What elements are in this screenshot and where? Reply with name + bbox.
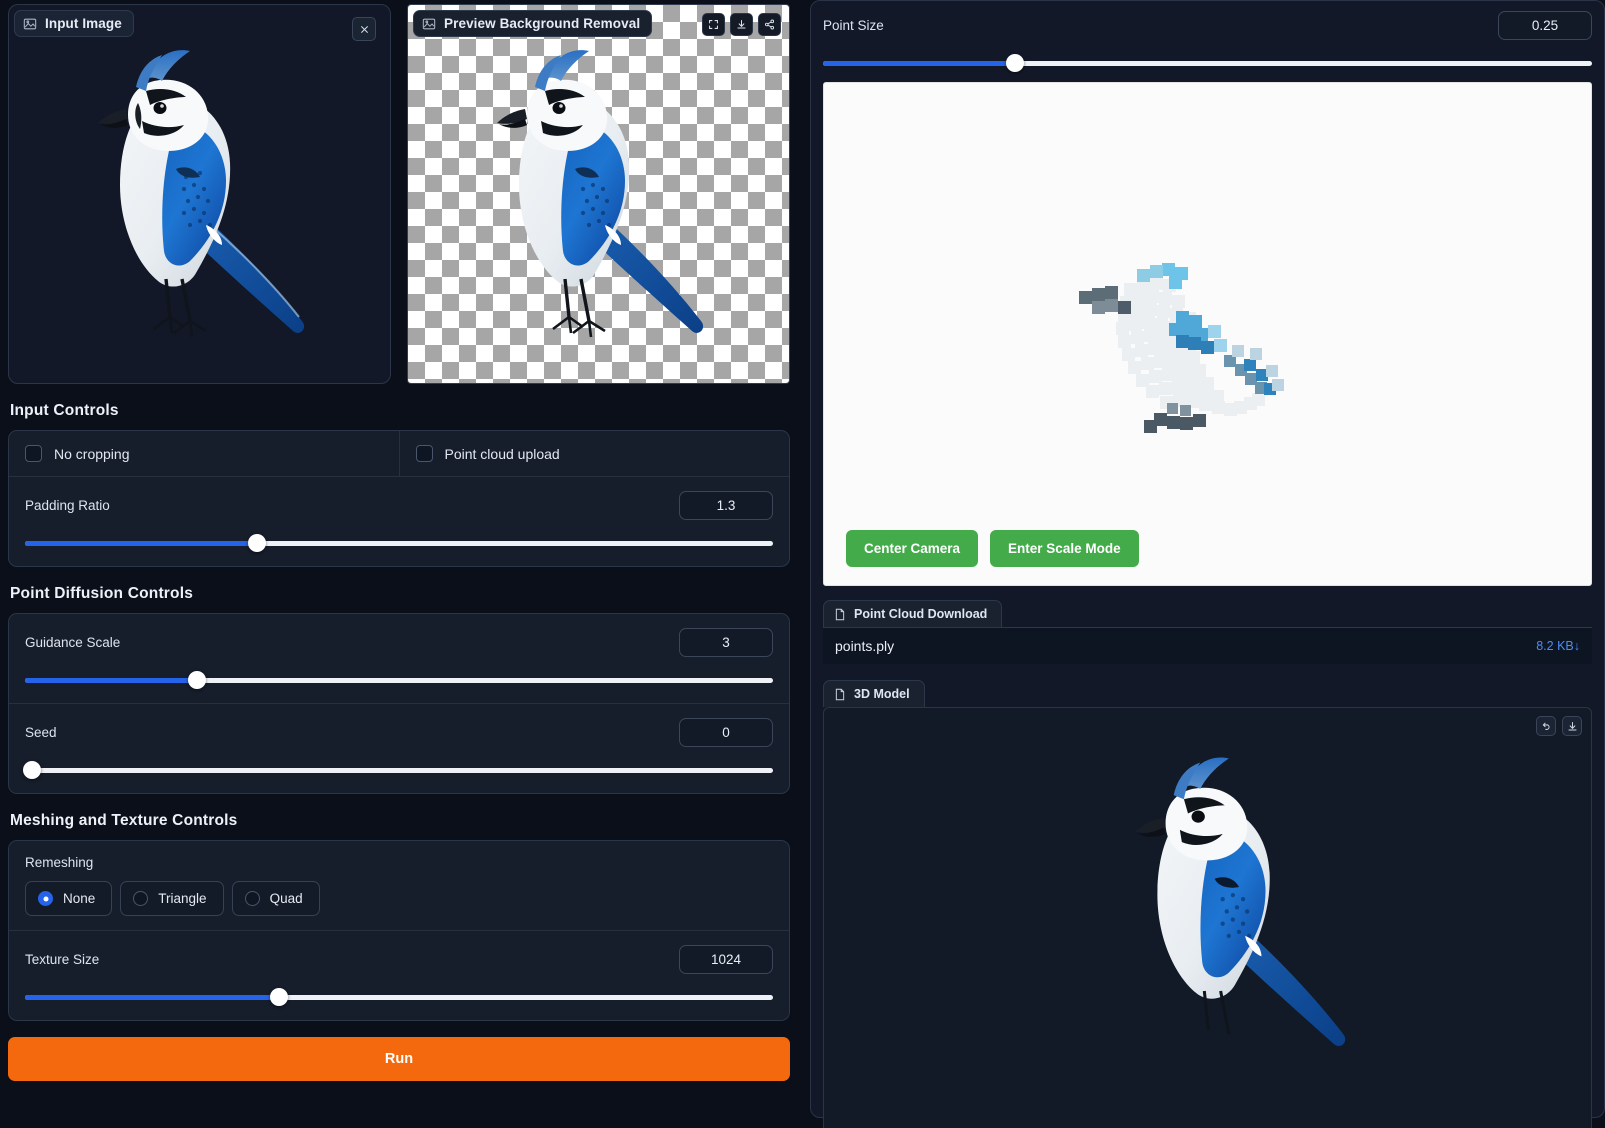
input-image-tab-label: Input Image [45,16,122,31]
preview-tab: Preview Background Removal [413,10,653,37]
fullscreen-icon[interactable] [702,13,725,36]
padding-ratio-label: Padding Ratio [25,498,110,513]
point-cloud-viewer[interactable]: Center Camera Enter Scale Mode [823,82,1592,586]
checkbox-icon[interactable] [415,445,433,462]
download-icon[interactable] [730,13,753,36]
checkbox-no-cropping[interactable]: No cropping [9,431,399,476]
app-root: Input Image Preview Background Removal I… [0,0,1605,1128]
seed-label: Seed [25,725,57,740]
meshing-controls-title: Meshing and Texture Controls [10,812,238,829]
padding-ratio-value[interactable]: 1.3 [679,491,773,520]
padding-ratio-control: Padding Ratio 1.3 [9,476,789,566]
padding-ratio-slider[interactable] [25,534,773,552]
point-cloud-download-block: Point Cloud Download points.ply 8.2 KB↓ [823,600,1592,664]
image-icon [422,17,436,31]
point-cloud-file-row[interactable]: points.ply 8.2 KB↓ [823,627,1592,664]
radio-icon[interactable] [244,891,260,906]
checkbox-point-cloud-upload-label: Point cloud upload [444,445,560,462]
model-block: 3D Model [823,680,1592,1128]
slider-track [25,768,773,773]
guidance-scale-control: Guidance Scale 3 [9,614,789,703]
model-viewer[interactable] [823,707,1592,1128]
model-toolbar [1536,716,1582,736]
radio-icon[interactable] [133,891,149,906]
undo-icon[interactable] [1536,716,1556,736]
point-size-label: Point Size [823,18,884,33]
point-size-control: Point Size 0.25 [823,11,1592,72]
file-icon [834,608,846,621]
slider-knob[interactable] [247,534,266,552]
slider-knob[interactable] [188,671,207,689]
texture-size-slider[interactable] [25,988,773,1006]
point-diffusion-card: Guidance Scale 3 Seed 0 [8,613,790,794]
point-size-slider[interactable] [823,54,1592,72]
point-diffusion-title: Point Diffusion Controls [10,585,194,602]
meshing-controls-card: Remeshing None Triangle Quad Texture Siz… [8,840,790,1021]
slider-fill [25,678,198,683]
slider-fill [25,995,280,1000]
seed-slider[interactable] [23,761,773,779]
texture-size-control: Texture Size 1024 [9,930,789,1020]
file-icon [834,688,846,701]
model-tab: 3D Model [823,680,925,707]
input-controls-card: No cropping Point cloud upload Padding R… [8,430,790,567]
left-panel: Input Image Preview Background Removal I… [0,0,800,1128]
input-controls-title: Input Controls [10,402,119,419]
radio-remeshing-none-label: None [63,891,96,906]
point-size-value[interactable]: 0.25 [1498,11,1592,40]
checkbox-icon[interactable] [25,445,42,462]
preview-background-removal-panel: Preview Background Removal [407,4,790,384]
download-arrow-icon[interactable]: ↓ [1574,639,1580,653]
point-cloud-file-size[interactable]: 8.2 KB↓ [1536,639,1580,653]
texture-size-value[interactable]: 1024 [679,945,773,974]
model-tab-label: 3D Model [854,687,910,701]
image-preview-row: Input Image Preview Background Removal [8,4,790,384]
file-size-text: 8.2 KB [1536,639,1574,653]
center-camera-button[interactable]: Center Camera [846,530,979,567]
close-icon[interactable] [352,17,376,41]
texture-size-label: Texture Size [25,952,100,967]
radio-remeshing-quad[interactable]: Quad [231,881,320,916]
remeshing-label: Remeshing [25,855,94,870]
seed-value[interactable]: 0 [679,718,773,747]
remeshing-control: Remeshing None Triangle Quad [9,841,789,930]
point-cloud-render [1079,263,1284,433]
slider-knob[interactable] [270,988,289,1006]
slider-knob[interactable] [23,761,42,779]
image-icon [23,17,37,31]
run-button[interactable]: Run [8,1037,790,1081]
remeshing-radio-group: None Triangle Quad [25,881,773,916]
radio-icon[interactable] [38,891,53,906]
radio-remeshing-none[interactable]: None [25,881,113,916]
radio-remeshing-quad-label: Quad [269,891,303,906]
radio-remeshing-triangle-label: Triangle [158,891,207,906]
download-icon[interactable] [1562,716,1582,736]
enter-scale-mode-button[interactable]: Enter Scale Mode [990,530,1139,567]
right-panel: Point Size 0.25 Center Camera Enter Scal… [810,0,1605,1128]
slider-fill [823,61,1016,66]
guidance-scale-slider[interactable] [25,671,773,689]
model-render [1134,757,1346,1047]
preview-bird-cutout [408,5,789,383]
slider-fill [25,541,257,546]
preview-toolbar [702,13,781,36]
slider-knob[interactable] [1006,54,1025,72]
seed-control: Seed 0 [9,703,789,793]
input-image-bird [9,5,390,383]
share-icon[interactable] [758,13,781,36]
guidance-scale-label: Guidance Scale [25,635,121,650]
point-cloud-download-tab: Point Cloud Download [823,600,1003,627]
checkbox-row: No cropping Point cloud upload [9,431,789,476]
guidance-scale-value[interactable]: 3 [679,628,773,657]
checkbox-no-cropping-label: No cropping [54,445,130,462]
radio-remeshing-triangle[interactable]: Triangle [120,881,224,916]
checkbox-point-cloud-upload[interactable]: Point cloud upload [398,431,790,476]
viewer-button-group: Center Camera Enter Scale Mode [846,530,1139,567]
input-image-tab: Input Image [14,10,134,37]
input-image-panel: Input Image [8,4,391,384]
preview-tab-label: Preview Background Removal [444,16,641,31]
point-cloud-file-name: points.ply [835,638,895,654]
point-cloud-download-tab-label: Point Cloud Download [854,607,988,621]
